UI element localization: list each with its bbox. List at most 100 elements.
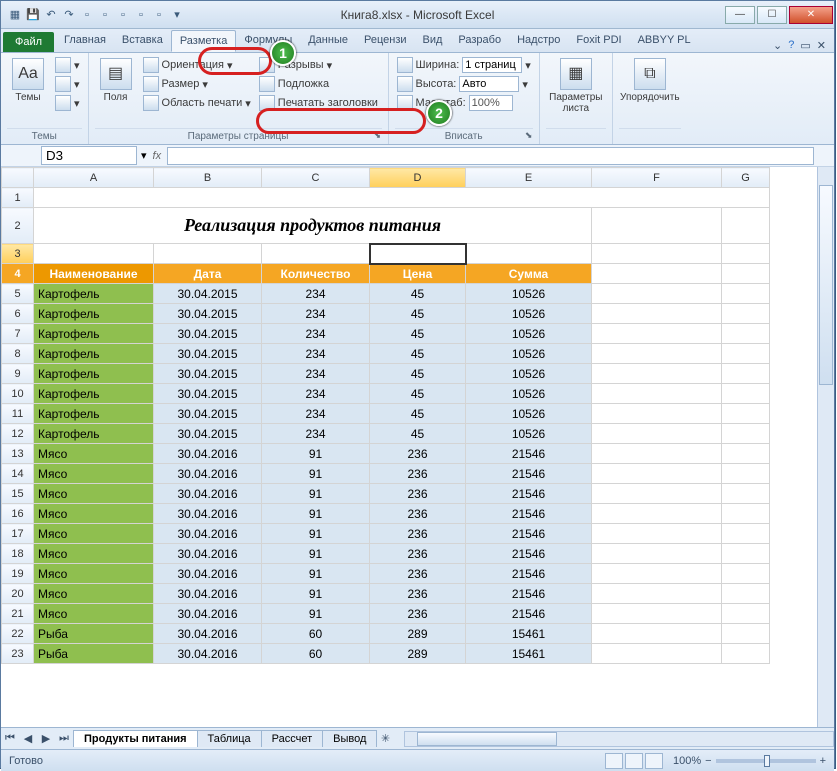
page-break-view-icon[interactable]: [645, 753, 663, 769]
next-sheet-icon[interactable]: ▶: [37, 732, 55, 745]
cell[interactable]: Картофель: [34, 324, 154, 344]
col-header[interactable]: E: [466, 168, 592, 188]
cell[interactable]: Картофель: [34, 364, 154, 384]
row-header[interactable]: 8: [2, 344, 34, 364]
cell[interactable]: Мясо: [34, 584, 154, 604]
redo-icon[interactable]: ↷: [61, 7, 77, 23]
height-input[interactable]: [459, 76, 519, 92]
ribbon-tab-6[interactable]: Вид: [415, 30, 451, 52]
col-header[interactable]: D: [370, 168, 466, 188]
cell[interactable]: 91: [262, 504, 370, 524]
row-header[interactable]: 5: [2, 284, 34, 304]
table-header[interactable]: Наименование: [34, 264, 154, 284]
zoom-slider[interactable]: [716, 759, 816, 763]
row-header[interactable]: 2: [2, 208, 34, 244]
name-box[interactable]: [41, 146, 137, 165]
zoom-in-icon[interactable]: +: [820, 755, 826, 767]
table-header[interactable]: Цена: [370, 264, 466, 284]
cell[interactable]: [722, 464, 770, 484]
maximize-button[interactable]: ☐: [757, 6, 787, 24]
zoom-out-icon[interactable]: −: [705, 755, 711, 767]
row-header[interactable]: 20: [2, 584, 34, 604]
row-header[interactable]: 18: [2, 544, 34, 564]
window-controls-icon[interactable]: ▭: [800, 39, 810, 52]
cell[interactable]: 30.04.2016: [154, 604, 262, 624]
cell[interactable]: 30.04.2015: [154, 324, 262, 344]
cell[interactable]: Мясо: [34, 464, 154, 484]
cell[interactable]: 45: [370, 344, 466, 364]
cell[interactable]: 91: [262, 524, 370, 544]
cell[interactable]: 10526: [466, 424, 592, 444]
cell[interactable]: [592, 644, 722, 664]
cell[interactable]: 234: [262, 424, 370, 444]
save-icon[interactable]: 💾: [25, 7, 41, 23]
col-header[interactable]: B: [154, 168, 262, 188]
sheet-options-button[interactable]: ▦ Параметры листа: [546, 56, 606, 114]
cell[interactable]: [34, 244, 154, 264]
cell[interactable]: [466, 244, 592, 264]
file-tab[interactable]: Файл: [3, 32, 54, 52]
scale-launcher-icon[interactable]: ⬊: [525, 130, 537, 142]
cell[interactable]: [722, 584, 770, 604]
new-sheet-icon[interactable]: ✳: [376, 732, 394, 745]
col-header[interactable]: C: [262, 168, 370, 188]
horizontal-scrollbar[interactable]: [404, 731, 834, 747]
cell[interactable]: [592, 524, 722, 544]
cell[interactable]: 91: [262, 464, 370, 484]
cell[interactable]: 236: [370, 484, 466, 504]
cell[interactable]: [370, 244, 466, 264]
cell[interactable]: 91: [262, 564, 370, 584]
row-header[interactable]: 23: [2, 644, 34, 664]
theme-colors-button[interactable]: ▾: [53, 56, 82, 74]
cell[interactable]: [592, 304, 722, 324]
ribbon-tab-10[interactable]: ABBYY PL: [630, 30, 699, 52]
close-workbook-icon[interactable]: ✕: [817, 39, 826, 52]
cell[interactable]: Мясо: [34, 524, 154, 544]
cell[interactable]: 10526: [466, 284, 592, 304]
cell[interactable]: Картофель: [34, 384, 154, 404]
formula-bar[interactable]: [167, 147, 814, 165]
cell[interactable]: 234: [262, 324, 370, 344]
cell[interactable]: [592, 504, 722, 524]
themes-button[interactable]: Aa Темы: [7, 56, 49, 103]
cell[interactable]: [722, 524, 770, 544]
row-header[interactable]: 22: [2, 624, 34, 644]
cell[interactable]: 30.04.2015: [154, 364, 262, 384]
print-area-button[interactable]: Область печати ▾: [141, 94, 253, 112]
cell[interactable]: 234: [262, 304, 370, 324]
cell[interactable]: 236: [370, 564, 466, 584]
cell[interactable]: 60: [262, 644, 370, 664]
cell[interactable]: 21546: [466, 604, 592, 624]
cell[interactable]: [592, 624, 722, 644]
cell[interactable]: 15461: [466, 644, 592, 664]
cell[interactable]: [592, 244, 722, 264]
cell[interactable]: [722, 244, 770, 264]
minimize-ribbon-icon[interactable]: ⌄: [773, 39, 782, 52]
ribbon-tab-0[interactable]: Главная: [56, 30, 114, 52]
cell[interactable]: Картофель: [34, 344, 154, 364]
cell[interactable]: 10526: [466, 364, 592, 384]
vertical-scrollbar[interactable]: [817, 167, 834, 727]
cell[interactable]: 21546: [466, 504, 592, 524]
cell[interactable]: Мясо: [34, 444, 154, 464]
cell[interactable]: [592, 464, 722, 484]
cell[interactable]: [722, 544, 770, 564]
cell[interactable]: 30.04.2016: [154, 484, 262, 504]
cell[interactable]: 236: [370, 444, 466, 464]
cell[interactable]: [722, 484, 770, 504]
theme-fonts-button[interactable]: ▾: [53, 75, 82, 93]
help-icon[interactable]: ?: [788, 39, 794, 52]
cell[interactable]: 289: [370, 624, 466, 644]
cell[interactable]: Рыба: [34, 644, 154, 664]
arrange-button[interactable]: ⧉ Упорядочить: [619, 56, 681, 103]
row-header[interactable]: 6: [2, 304, 34, 324]
cell[interactable]: 234: [262, 364, 370, 384]
cell[interactable]: [722, 424, 770, 444]
cell[interactable]: 30.04.2015: [154, 344, 262, 364]
cell[interactable]: 60: [262, 624, 370, 644]
sheet-tab[interactable]: Вывод: [322, 730, 377, 747]
cell[interactable]: Мясо: [34, 604, 154, 624]
size-button[interactable]: Размер ▾: [141, 75, 253, 93]
cell[interactable]: 30.04.2016: [154, 624, 262, 644]
cell[interactable]: [262, 244, 370, 264]
